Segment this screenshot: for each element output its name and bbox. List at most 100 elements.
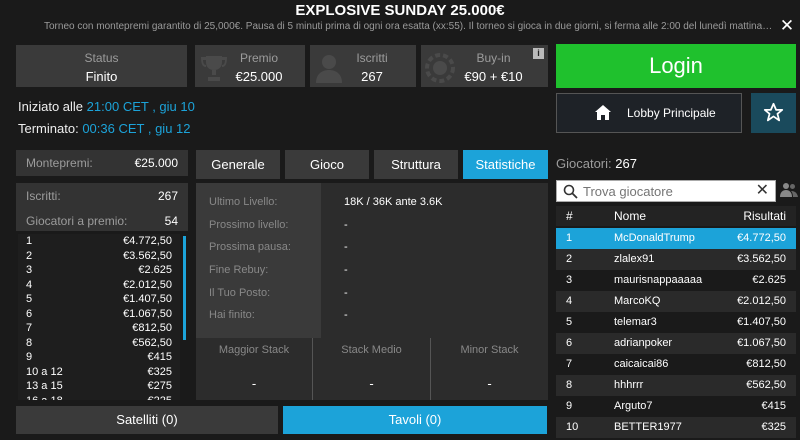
prize-position: 8: [26, 336, 33, 349]
player-row[interactable]: 1 McDonaldTrump €4.772,50: [556, 228, 796, 249]
player-row[interactable]: 3 maurisnappaaaaa €2.625: [556, 270, 796, 291]
player-row[interactable]: 2 zlalex91 €3.562,50: [556, 249, 796, 270]
login-button[interactable]: Login: [556, 44, 796, 88]
prize-row: 16 a 18 €225: [18, 394, 180, 401]
player-row[interactable]: 10 BETTER1977 €325: [556, 417, 796, 438]
player-rank: 7: [566, 358, 573, 370]
players-count: Giocatori: 267: [556, 156, 637, 171]
prize-row: 10 a 12 €325: [18, 365, 180, 380]
prize-row: 2 €3.562,50: [18, 249, 180, 264]
clear-search-icon[interactable]: ✕: [756, 182, 769, 200]
tab-satellites[interactable]: Satelliti (0): [16, 406, 278, 434]
close-icon[interactable]: ✕: [778, 17, 796, 35]
prize-amount: €562,50: [132, 336, 172, 349]
prize-pool-row: Montepremi: €25.000: [16, 150, 188, 176]
players-table-header: # Nome Risultati: [556, 206, 796, 226]
prize-position: 2: [26, 249, 33, 262]
started-value: 21:00 CET , giu 10: [86, 99, 195, 114]
player-rank: 10: [566, 421, 579, 433]
prize-list[interactable]: 1 €4.772,50 2 €3.562,50 3 €2.625 4 €2.012,50 5 €1…: [18, 234, 180, 400]
prize-pool-value: €25.000: [134, 156, 178, 170]
stat-label: Fine Rebuy:: [209, 264, 269, 276]
player-rank: 6: [566, 337, 573, 349]
registrations-label: Iscritti:: [26, 189, 61, 203]
ended-value: 00:36 CET , giu 12: [82, 121, 191, 136]
stack-heading: Stack Medio: [341, 344, 402, 356]
col-name[interactable]: Nome: [614, 209, 646, 223]
player-result: €415: [761, 400, 786, 412]
prize-position: 7: [26, 322, 33, 334]
ended-line: Terminato: 00:36 CET , giu 12: [18, 121, 191, 136]
player-result: €2.625: [752, 274, 786, 286]
prize-label: Premio: [239, 51, 278, 65]
players-scrollbar[interactable]: [792, 228, 796, 249]
player-row[interactable]: 4 MarcoKQ €2.012,50: [556, 291, 796, 312]
prize-row: 7 €812,50: [18, 321, 180, 336]
stack-column: Minor Stack -: [431, 338, 548, 400]
prize-amount: €2.012,50: [123, 278, 172, 291]
player-name: BETTER1977: [614, 421, 682, 433]
stat-label: Hai finito:: [209, 309, 255, 321]
prize-position: 16 a 18: [26, 394, 63, 401]
prize-row: 6 €1.067,50: [18, 307, 180, 322]
started-line: Iniziato alle 21:00 CET , giu 10: [18, 99, 195, 114]
tab-generale[interactable]: Generale: [196, 150, 280, 179]
tournament-title: EXPLOSIVE SUNDAY 25.000€: [295, 2, 505, 19]
buyin-value: €90 + €10: [464, 69, 523, 84]
player-row[interactable]: 8 hhhrrr €562,50: [556, 375, 796, 396]
prize-position: 13 a 15: [26, 380, 63, 392]
favorite-button[interactable]: [751, 93, 796, 133]
status-label: Status: [84, 51, 119, 65]
player-search-input[interactable]: [583, 183, 753, 199]
player-row[interactable]: 7 caicaicai86 €812,50: [556, 354, 796, 375]
paid-players-value: 54: [164, 214, 178, 228]
stat-label: Ultimo Livello:: [209, 196, 278, 208]
player-rank: 5: [566, 316, 573, 328]
ended-label: Terminato:: [18, 121, 79, 136]
tournament-description: Torneo con montepremi garantito di 25,00…: [44, 21, 774, 32]
prize-position: 4: [26, 278, 33, 291]
prize-position: 1: [26, 235, 33, 247]
home-icon: [595, 105, 611, 120]
prize-amount: €225: [148, 394, 172, 401]
stack-column: Maggior Stack -: [196, 338, 313, 400]
stat-value: -: [344, 309, 348, 321]
player-rank: 4: [566, 295, 573, 307]
player-row[interactable]: 6 adrianpoker €1.067,50: [556, 333, 796, 354]
status-box: Status Finito: [16, 45, 187, 87]
player-result: €562,50: [746, 379, 786, 391]
stat-value: -: [344, 264, 348, 276]
tab-struttura[interactable]: Struttura: [374, 150, 458, 179]
tab-statistiche[interactable]: Statistiche: [463, 150, 548, 179]
prize-position: 5: [26, 293, 33, 305]
player-name: maurisnappaaaaa: [614, 274, 703, 286]
stat-label: Il Tuo Posto:: [209, 287, 271, 299]
player-name: hhhrrr: [614, 379, 644, 391]
player-row[interactable]: 9 Arguto7 €415: [556, 396, 796, 417]
registered-box: Iscritti 267: [310, 45, 416, 87]
prize-row: 13 a 15 €275: [18, 379, 180, 394]
prize-row: 4 €2.012,50: [18, 278, 180, 293]
col-results[interactable]: Risultati: [743, 209, 786, 223]
star-icon: [763, 102, 784, 122]
main-lobby-button[interactable]: Lobby Principale: [556, 93, 742, 133]
player-rank: 8: [566, 379, 573, 391]
paid-players-label: Giocatori a premio:: [26, 214, 128, 228]
player-name: zlalex91: [614, 253, 655, 265]
tab-gioco[interactable]: Gioco: [285, 150, 369, 179]
player-result: €325: [761, 421, 786, 433]
player-row[interactable]: 5 telemar3 €1.407,50: [556, 312, 796, 333]
prize-row: 9 €415: [18, 350, 180, 365]
stack-heading: Minor Stack: [460, 344, 519, 356]
col-rank[interactable]: #: [566, 209, 573, 223]
tournament-lobby: EXPLOSIVE SUNDAY 25.000€ Torneo con mont…: [0, 0, 800, 440]
players-value: 267: [615, 156, 637, 171]
players-label: Giocatori:: [556, 156, 612, 171]
player-rank: 2: [566, 253, 573, 265]
prize-row: 1 €4.772,50: [18, 234, 180, 249]
tab-tables[interactable]: Tavoli (0): [283, 406, 547, 434]
prize-list-scrollbar[interactable]: [183, 236, 186, 340]
users-icon[interactable]: [780, 182, 798, 198]
info-icon[interactable]: i: [533, 48, 544, 59]
player-rank: 9: [566, 400, 573, 412]
